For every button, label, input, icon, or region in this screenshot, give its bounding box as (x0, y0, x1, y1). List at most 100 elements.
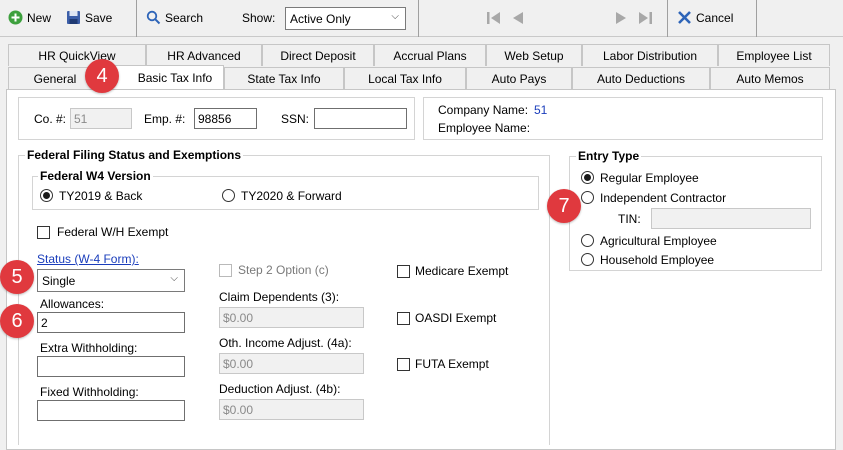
fixed-withholding-label: Fixed Withholding: (40, 385, 139, 399)
oasdi-exempt-label: OASDI Exempt (415, 311, 497, 325)
tab-label: Auto Memos (736, 71, 804, 86)
claim-dependents-label: Claim Dependents (3): (219, 290, 340, 304)
tab-label: Auto Deductions (596, 71, 686, 86)
skip-to-end-icon (639, 12, 652, 24)
independent-contractor-radio[interactable] (581, 191, 594, 204)
employee-number-field[interactable]: 98856 (194, 108, 257, 129)
federal-wh-exempt-checkbox[interactable] (37, 226, 50, 239)
allowances-field[interactable]: 2 (37, 312, 185, 333)
company-number-label: Co. #: (34, 112, 67, 126)
regular-employee-radio[interactable] (581, 171, 594, 184)
tab-basic-tax-info[interactable]: Basic Tax Info (102, 65, 224, 89)
show-filter-value: Active Only (290, 11, 351, 26)
radio-selected-dot (43, 192, 50, 199)
tab-auto-memos[interactable]: Auto Memos (710, 67, 830, 89)
other-income-adjust-label: Oth. Income Adjust. (4a): (219, 336, 352, 350)
tab-hr-quickview[interactable]: HR QuickView (8, 44, 146, 66)
extra-withholding-field[interactable] (37, 356, 185, 377)
radio-selected-dot (584, 174, 591, 181)
floppy-disk-icon (67, 11, 80, 24)
tab-label: Auto Pays (491, 71, 547, 86)
futa-exempt-checkbox[interactable] (397, 358, 410, 371)
toolbar-divider (418, 0, 419, 37)
tab-label: General (33, 71, 77, 86)
show-label: Show: (242, 11, 276, 25)
cancel-label: Cancel (696, 10, 734, 25)
callout-5: 5 (0, 260, 34, 294)
tab-state-tax-info[interactable]: State Tax Info (224, 67, 344, 89)
household-employee-label: Household Employee (600, 253, 715, 267)
last-record-button[interactable] (637, 10, 653, 29)
toolbar-divider (667, 0, 668, 37)
federal-w4-version-title: Federal W4 Version (38, 169, 153, 183)
callout-7: 7 (547, 189, 581, 223)
agricultural-employee-radio[interactable] (581, 234, 594, 247)
company-name-label: Company Name: (438, 103, 529, 117)
w4-ty2019-radio[interactable] (40, 189, 53, 202)
tab-label: Web Setup (504, 48, 564, 63)
cancel-button[interactable]: Cancel (677, 10, 733, 25)
ssn-field[interactable] (314, 108, 407, 129)
search-button[interactable]: Search (146, 10, 203, 25)
company-number-value: 51 (74, 111, 88, 126)
status-value: Single (42, 273, 76, 288)
save-button[interactable]: Save (66, 10, 112, 25)
independent-contractor-label: Independent Contractor (600, 191, 727, 205)
tab-auto-deductions[interactable]: Auto Deductions (572, 67, 710, 89)
household-employee-radio[interactable] (581, 253, 594, 266)
w4-ty2019-label: TY2019 & Back (59, 189, 143, 203)
federal-filing-title: Federal Filing Status and Exemptions (25, 148, 244, 162)
tab-label: Local Tax Info (368, 71, 442, 86)
tab-label: Employee List (736, 48, 812, 63)
toolbar: New Save Search Show: Active Only ⌵ Canc… (0, 0, 843, 37)
status-select[interactable]: Single ⌵ (37, 269, 185, 292)
medicare-exempt-checkbox[interactable] (397, 265, 410, 278)
save-label: Save (85, 10, 113, 25)
tab-auto-pays[interactable]: Auto Pays (466, 67, 572, 89)
w4-ty2020-radio[interactable] (222, 189, 235, 202)
search-label: Search (165, 10, 204, 25)
company-name-value: 51 (534, 103, 548, 117)
new-button[interactable]: New (8, 10, 51, 25)
first-record-button[interactable] (486, 10, 502, 29)
entry-type-title: Entry Type (576, 149, 642, 163)
medicare-exempt-label: Medicare Exempt (415, 264, 509, 278)
skip-to-start-icon (487, 12, 500, 24)
fixed-withholding-field[interactable] (37, 400, 185, 421)
tab-hr-advanced[interactable]: HR Advanced (146, 44, 262, 66)
agricultural-employee-label: Agricultural Employee (600, 234, 717, 248)
tab-label: Basic Tax Info (137, 70, 213, 85)
tab-employee-list[interactable]: Employee List (718, 44, 830, 66)
next-record-button[interactable] (613, 10, 629, 29)
previous-icon (513, 12, 523, 24)
oasdi-exempt-checkbox[interactable] (397, 312, 410, 325)
deduction-adjust-label: Deduction Adjust. (4b): (219, 382, 341, 396)
new-label: New (27, 10, 52, 25)
employee-number-label: Emp. #: (144, 112, 186, 126)
previous-record-button[interactable] (510, 10, 526, 29)
allowances-label: Allowances: (40, 297, 105, 311)
next-icon (616, 12, 626, 24)
toolbar-divider (756, 0, 757, 37)
callout-4: 4 (85, 59, 119, 93)
step2-option-checkbox (219, 264, 232, 277)
w4-ty2020-label: TY2020 & Forward (241, 189, 342, 203)
tab-label: Labor Distribution (602, 48, 698, 63)
close-icon (678, 11, 691, 24)
tab-direct-deposit[interactable]: Direct Deposit (262, 44, 374, 66)
show-filter-select[interactable]: Active Only ⌵ (285, 7, 406, 30)
deduction-adjust-field: $0.00 (219, 399, 364, 420)
employee-number-value: 98856 (198, 111, 232, 126)
deduction-adjust-value: $0.00 (223, 402, 254, 417)
status-w4-form-link[interactable]: Status (W-4 Form): (37, 252, 139, 266)
tab-local-tax-info[interactable]: Local Tax Info (344, 67, 466, 89)
callout-6: 6 (0, 304, 34, 338)
tab-labor-distribution[interactable]: Labor Distribution (582, 44, 718, 66)
tab-label: HR Advanced (167, 48, 241, 63)
employee-name-label: Employee Name: (438, 121, 531, 135)
ssn-label: SSN: (281, 112, 310, 126)
plus-icon (8, 10, 23, 25)
tab-accrual-plans[interactable]: Accrual Plans (374, 44, 486, 66)
company-number-field: 51 (70, 108, 132, 129)
tab-web-setup[interactable]: Web Setup (486, 44, 582, 66)
